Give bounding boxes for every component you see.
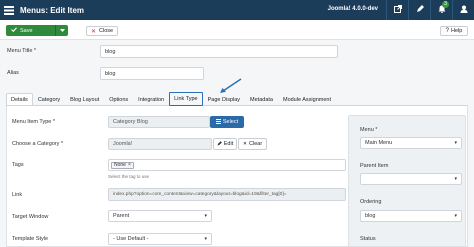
menu-list-icon: [0, 0, 18, 20]
target-window-label: Target Window: [12, 214, 49, 220]
template-style-select[interactable]: - Use Default - ▾: [108, 233, 212, 245]
save-button[interactable]: Save: [6, 25, 68, 36]
notifications-button[interactable]: 3: [430, 0, 452, 20]
parent-item-label: Parent Item: [360, 163, 389, 169]
select-type-button[interactable]: Select: [210, 116, 244, 128]
caret-down-icon: ▾: [454, 213, 457, 219]
tags-label: Tags: [12, 162, 24, 168]
action-toolbar: Save ✕ Close ? Help: [0, 20, 474, 40]
tags-hint: Select the tag to use: [108, 174, 150, 179]
template-style-label: Template Style: [12, 236, 49, 242]
close-button[interactable]: ✕ Close: [86, 26, 118, 36]
tab-options[interactable]: Options: [104, 93, 133, 105]
clear-category-button[interactable]: ✕ Clear: [238, 138, 267, 150]
tag-chip[interactable]: None ×: [111, 161, 134, 169]
user-menu-button[interactable]: [452, 0, 474, 20]
caret-down-icon: ▾: [204, 213, 207, 219]
menu-item-type-field: Category Blog: [108, 116, 210, 128]
version-label[interactable]: Joomla! 4.0.0-dev: [328, 6, 378, 12]
edit-label: Edit: [223, 141, 234, 147]
category-field: Joomla!: [108, 138, 212, 150]
tab-bar: Details Category Blog Layout Options Int…: [6, 92, 468, 106]
template-style-value: - Use Default -: [113, 236, 149, 242]
tab-blog-layout[interactable]: Blog Layout: [65, 93, 104, 105]
alias-label: Alias: [7, 70, 19, 76]
select-label: Select: [222, 119, 239, 125]
status-label: Status: [360, 236, 376, 242]
ordering-select-value: blog: [365, 213, 376, 219]
list-icon: [215, 118, 221, 126]
close-label: Close: [99, 28, 114, 34]
tab-page-display[interactable]: Page Display: [203, 93, 245, 105]
caret-down-icon: ▾: [454, 176, 457, 182]
close-icon: ✕: [91, 28, 97, 35]
menu-label: Menu *: [360, 127, 378, 133]
menu-title-label: Menu Title *: [7, 48, 37, 54]
caret-down-icon: [59, 28, 65, 34]
notification-count-badge: 3: [442, 1, 449, 8]
page-title: Menus: Edit Item: [20, 5, 85, 15]
ordering-label: Ordering: [360, 199, 382, 205]
tab-category[interactable]: Category: [33, 93, 65, 105]
remove-tag-icon[interactable]: ×: [128, 162, 131, 168]
menu-title-input[interactable]: blog: [100, 45, 338, 58]
check-icon: [11, 27, 17, 34]
save-label: Save: [20, 27, 33, 34]
close-icon: ✕: [242, 141, 248, 147]
tab-metadata[interactable]: Metadata: [245, 93, 278, 105]
user-icon: [460, 5, 468, 15]
link-field: index.php?option=com_content&view=catego…: [108, 188, 346, 201]
target-window-select[interactable]: Parent ▾: [108, 210, 212, 222]
ordering-select[interactable]: blog ▾: [360, 210, 462, 222]
parent-item-select[interactable]: ▾: [360, 173, 462, 185]
clear-label: Clear: [249, 141, 263, 147]
tag-chip-label: None: [114, 162, 126, 168]
menu-select-value: Main Menu: [365, 140, 393, 146]
top-header: Menus: Edit Item Joomla! 4.0.0-dev 3: [0, 0, 474, 20]
tab-module-assignment[interactable]: Module Assignment: [278, 93, 336, 105]
tab-integration[interactable]: Integration: [133, 93, 169, 105]
pencil-icon: [416, 5, 424, 15]
menu-item-type-label: Menu Item Type *: [12, 119, 56, 125]
category-label: Choose a Category *: [12, 141, 64, 147]
pencil-icon: [217, 140, 222, 148]
link-label: Link: [12, 192, 23, 198]
user-edit-button[interactable]: [408, 0, 430, 20]
external-link-button[interactable]: [386, 0, 408, 20]
caret-down-icon: ▾: [454, 140, 457, 146]
tags-input[interactable]: None ×: [108, 159, 346, 171]
tab-details[interactable]: Details: [6, 93, 33, 105]
external-link-icon: [393, 5, 402, 15]
target-window-value: Parent: [113, 213, 130, 219]
help-button[interactable]: ? Help: [440, 26, 468, 36]
question-icon: ?: [445, 28, 450, 34]
help-label: Help: [451, 28, 463, 34]
save-dropdown-toggle[interactable]: [55, 25, 68, 36]
menu-select[interactable]: Main Menu ▾: [360, 137, 462, 149]
alias-input[interactable]: blog: [100, 67, 204, 80]
tab-link-type[interactable]: Link Type: [169, 92, 203, 106]
edit-category-button[interactable]: Edit: [213, 138, 237, 150]
caret-down-icon: ▾: [204, 236, 207, 242]
